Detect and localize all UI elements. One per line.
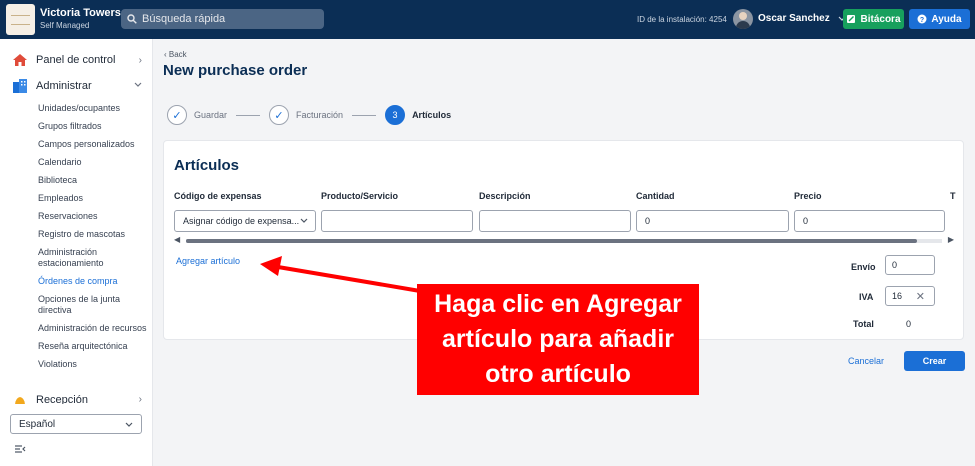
sidebar-item-reservations[interactable]: Reservaciones <box>38 211 150 222</box>
sidebar-item-parking[interactable]: Administración estacionamiento <box>38 247 150 269</box>
step-divider <box>352 114 377 116</box>
clear-icon[interactable]: ✕ <box>916 290 925 303</box>
brand: Victoria Towers Self Managed <box>40 6 121 32</box>
chevron-down-icon <box>134 82 142 87</box>
horizontal-scrollbar[interactable]: ◀ ▶ <box>174 235 954 245</box>
step-articulos[interactable]: Artículos <box>412 110 451 120</box>
help-label: Ayuda <box>931 13 962 25</box>
building-icon <box>13 79 27 93</box>
step-done-icon: ✓ <box>269 105 290 125</box>
sidebar-item-reception[interactable]: Recepción › <box>12 394 142 404</box>
total-label: Total <box>853 319 874 329</box>
svg-text:?: ? <box>920 17 924 24</box>
step-divider <box>236 114 261 116</box>
stepper: ✓ Guardar ✓ Facturación 3 Artículos <box>167 105 451 125</box>
column-header: Producto/Servicio <box>321 191 399 201</box>
collapse-sidebar-icon[interactable] <box>14 444 26 454</box>
sidebar-item-panel[interactable]: Panel de control › <box>12 53 142 67</box>
shipping-label: Envío <box>851 262 876 272</box>
column-header: Cantidad <box>636 191 675 201</box>
create-button[interactable]: Crear <box>904 351 965 371</box>
top-bar: Victoria Towers Self Managed Búsqueda rá… <box>0 0 975 39</box>
bell-icon <box>15 397 25 404</box>
page-title: New purchase order <box>163 62 308 79</box>
scroll-thumb[interactable] <box>186 239 917 243</box>
description-input[interactable] <box>479 210 631 232</box>
app-subtitle: Self Managed <box>40 21 90 30</box>
sidebar-item-filtered-groups[interactable]: Grupos filtrados <box>38 121 150 132</box>
sidebar-item-label: Administrar <box>36 79 92 92</box>
back-link[interactable]: ‹ Back <box>164 50 187 59</box>
chevron-right-icon: › <box>138 394 142 404</box>
help-icon: ? <box>917 14 927 24</box>
sidebar-item-units[interactable]: Unidades/ocupantes <box>38 103 150 114</box>
sidebar-item-custom-fields[interactable]: Campos personalizados <box>38 139 150 150</box>
column-header: T <box>950 191 956 201</box>
articles-title: Artículos <box>174 157 240 174</box>
language-select[interactable]: Español <box>10 414 142 434</box>
sidebar: Panel de control › Administrar Unidades/… <box>0 39 153 466</box>
user-menu[interactable]: Oscar Sanchez <box>758 13 846 24</box>
shipping-value: 0 <box>892 260 898 270</box>
sidebar-item-purchase-orders[interactable]: Órdenes de compra <box>38 276 150 287</box>
iva-label: IVA <box>859 292 874 302</box>
total-value: 0 <box>906 319 912 329</box>
home-icon <box>13 54 27 66</box>
product-input[interactable] <box>321 210 473 232</box>
column-header: Código de expensas <box>174 191 262 201</box>
sidebar-item-calendar[interactable]: Calendario <box>38 157 150 168</box>
search-placeholder: Búsqueda rápida <box>142 13 226 25</box>
iva-value: 16 <box>892 291 903 301</box>
sidebar-item-admin[interactable]: Administrar <box>12 78 142 93</box>
chevron-down-icon <box>300 218 308 223</box>
chevron-right-icon: › <box>138 54 142 66</box>
bitacora-button[interactable]: Bitácora <box>843 9 904 29</box>
step-current-number: 3 <box>385 105 406 125</box>
quantity-input[interactable]: 0 <box>636 210 789 232</box>
scroll-right-icon[interactable]: ▶ <box>948 235 954 244</box>
price-input[interactable]: 0 <box>794 210 945 232</box>
log-book-icon <box>847 15 856 23</box>
building-logo[interactable] <box>6 4 35 35</box>
shipping-input[interactable]: 0 <box>885 255 935 275</box>
column-header: Precio <box>794 191 822 201</box>
admin-submenu: Unidades/ocupantes Grupos filtrados Camp… <box>38 103 150 377</box>
help-button[interactable]: ? Ayuda <box>909 9 970 29</box>
sidebar-item-pet-registry[interactable]: Registro de mascotas <box>38 229 150 240</box>
sidebar-item-architectural-review[interactable]: Reseña arquitectónica <box>38 341 150 352</box>
column-header: Descripción <box>479 191 531 201</box>
sidebar-item-library[interactable]: Biblioteca <box>38 175 150 186</box>
search-icon <box>127 14 137 24</box>
add-article-link[interactable]: Agregar artículo <box>176 256 240 266</box>
language-value: Español <box>19 418 56 430</box>
sidebar-item-violations[interactable]: Violations <box>38 359 150 370</box>
sidebar-item-resources[interactable]: Administración de recursos <box>38 323 150 334</box>
cancel-button[interactable]: Cancelar <box>848 356 884 366</box>
step-guardar[interactable]: Guardar <box>194 110 227 120</box>
expense-code-value: Asignar código de expensa... <box>183 216 300 226</box>
chevron-down-icon <box>125 422 133 427</box>
app-name: Victoria Towers <box>40 7 121 19</box>
sidebar-item-label: Panel de control <box>36 54 116 66</box>
scroll-left-icon[interactable]: ◀ <box>174 235 180 244</box>
sidebar-item-label: Recepción <box>36 394 88 404</box>
expense-code-select[interactable]: Asignar código de expensa... <box>174 210 316 232</box>
bitacora-label: Bitácora <box>860 13 901 25</box>
avatar[interactable] <box>733 9 753 29</box>
sidebar-item-employees[interactable]: Empleados <box>38 193 150 204</box>
step-done-icon: ✓ <box>167 105 187 125</box>
instruction-callout: Haga clic en Agregar artículo para añadi… <box>417 284 699 395</box>
callout-text: Haga clic en Agregar artículo para añadi… <box>434 290 682 388</box>
install-id: ID de la instalación: 4254 <box>637 15 727 24</box>
search-input[interactable]: Búsqueda rápida <box>121 9 324 29</box>
iva-input[interactable]: 16 ✕ <box>885 286 935 306</box>
user-name: Oscar Sanchez <box>758 13 830 24</box>
sidebar-item-board-options[interactable]: Opciones de la junta directiva <box>38 294 150 316</box>
step-facturacion[interactable]: Facturación <box>296 110 343 120</box>
